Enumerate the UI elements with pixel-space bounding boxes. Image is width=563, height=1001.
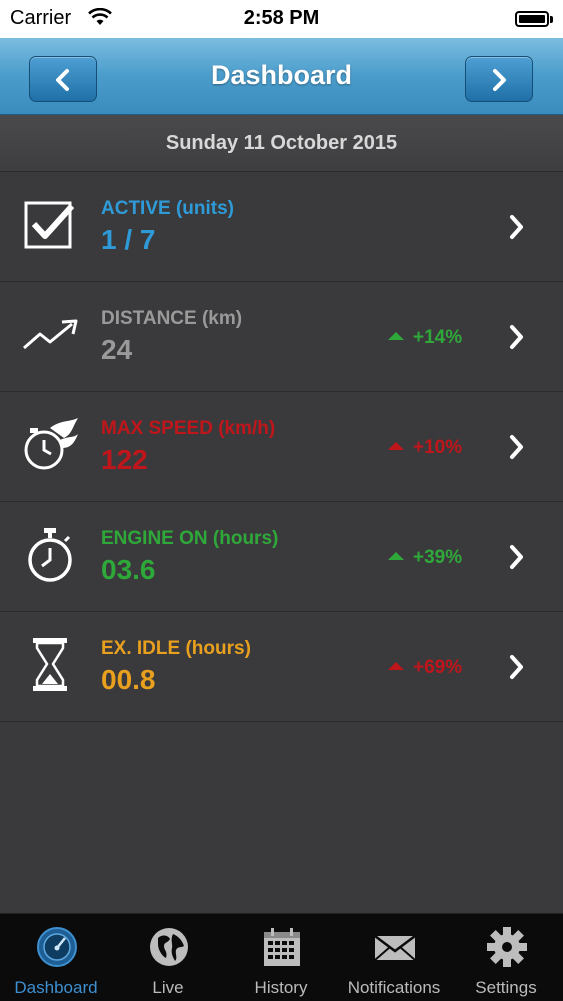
status-time: 2:58 PM (243, 7, 320, 29)
calendar-icon (264, 928, 300, 966)
trend-indicator: +69% (388, 657, 462, 679)
hourglass-icon (33, 638, 67, 691)
row-value: 03.6 (101, 554, 156, 585)
gear-icon (487, 927, 527, 967)
checkbox-icon (24, 201, 75, 249)
tab-notifications[interactable]: Notifications (338, 914, 450, 1001)
status-bar: Carrier 2:58 PM (0, 0, 563, 38)
row-engine-on[interactable]: ENGINE ON (hours) 03.6 +39% (0, 502, 563, 612)
trend-value: +14% (413, 327, 463, 348)
row-value: 1 / 7 (101, 224, 156, 255)
row-value: 122 (101, 444, 148, 475)
row-distance[interactable]: DISTANCE (km) 24 +14% (0, 282, 563, 392)
row-label: MAX SPEED (km/h) (101, 418, 276, 439)
stopwatch-icon (28, 528, 72, 582)
tab-label: Live (152, 978, 184, 997)
speed-clock-icon (24, 418, 78, 470)
date-label: Sunday 11 October 2015 (165, 132, 398, 154)
chevron-right-icon (510, 545, 523, 569)
row-ex-idle[interactable]: EX. IDLE (hours) 00.8 +69% (0, 612, 563, 722)
trend-up-icon (388, 331, 404, 340)
envelope-icon (374, 935, 416, 961)
speedometer-icon (37, 927, 77, 967)
trend-value: +69% (413, 657, 463, 678)
trend-indicator: +39% (388, 547, 462, 569)
row-value: 24 (101, 334, 133, 365)
row-value: 00.8 (101, 664, 156, 695)
tab-history[interactable]: History (225, 914, 337, 1001)
trend-indicator: +14% (388, 327, 462, 349)
chevron-right-icon (510, 435, 523, 459)
chevron-right-icon (510, 215, 523, 239)
chevron-right-icon (510, 655, 523, 679)
trend-up-icon (388, 441, 404, 450)
tab-bar: Dashboard Live History Notifications Set… (0, 913, 563, 1001)
row-label: DISTANCE (km) (101, 308, 243, 329)
tab-label: History (254, 978, 308, 997)
tab-label: Settings (475, 978, 537, 997)
tab-label: Notifications (347, 978, 441, 997)
row-max-speed[interactable]: MAX SPEED (km/h) 122 +10% (0, 392, 563, 502)
globe-icon (150, 928, 188, 966)
battery-icon (515, 11, 553, 27)
trend-indicator: +10% (388, 437, 462, 459)
row-active[interactable]: ACTIVE (units) 1 / 7 (0, 172, 563, 282)
row-label: ENGINE ON (hours) (101, 528, 279, 549)
trend-value: +10% (413, 437, 463, 458)
tab-dashboard[interactable]: Dashboard (0, 914, 112, 1001)
trend-up-icon (388, 661, 404, 670)
trend-up-icon (388, 551, 404, 560)
chevron-right-icon (510, 325, 523, 349)
date-header: Sunday 11 October 2015 (0, 115, 563, 172)
tab-live[interactable]: Live (112, 914, 224, 1001)
tab-settings[interactable]: Settings (450, 914, 562, 1001)
trend-value: +39% (413, 547, 463, 568)
forward-button[interactable] (465, 56, 533, 102)
navigation-bar: Dashboard (0, 38, 563, 115)
chevron-right-icon (493, 69, 506, 91)
tab-label: Dashboard (14, 978, 98, 997)
row-label: ACTIVE (units) (101, 198, 234, 219)
row-label: EX. IDLE (hours) (101, 638, 251, 659)
trend-line-icon (23, 319, 78, 350)
